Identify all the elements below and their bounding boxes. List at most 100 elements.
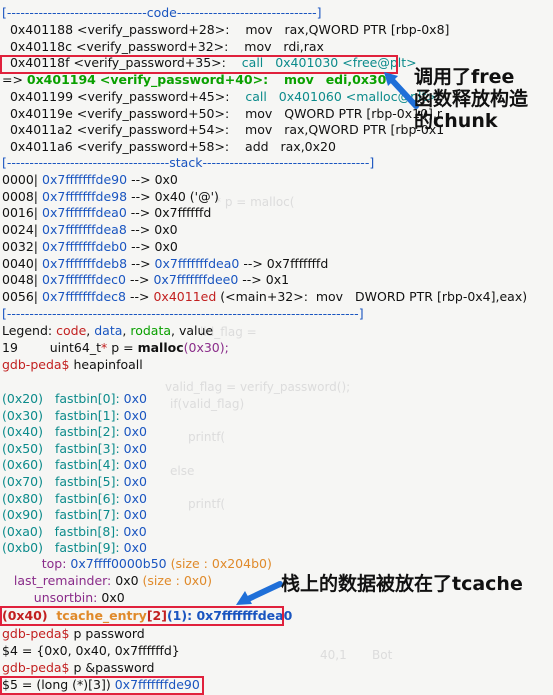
free-call-highlight: [0, 55, 398, 74]
top-label: top:: [41, 556, 67, 571]
code-operands: rax,QWORD PTR [rbp-0x8]: [284, 22, 450, 37]
stack-offset: 0008|: [2, 188, 39, 204]
last-remainder-label: last_remainder:: [13, 573, 112, 588]
code-symbol: <verify_password+40>:: [99, 72, 269, 88]
fastbin-value: 0x0: [123, 457, 147, 473]
fastbin-name: fastbin[8]:: [54, 523, 120, 539]
code-opcode: mov: [245, 122, 273, 138]
stack-address: 0x7fffffffdec0: [42, 272, 127, 288]
bottom-separator: [---------------------------------------…: [2, 306, 364, 321]
fastbin-size: (0x90): [2, 507, 44, 523]
code-prefix: [2, 139, 10, 154]
legend-value: value: [178, 323, 214, 338]
code-address: 0x401199: [9, 88, 74, 104]
ghost-line: if(valid_flag): [170, 397, 245, 411]
code-address: 0x40118c: [9, 38, 72, 54]
fastbin-name: fastbin[7]:: [54, 507, 120, 523]
tcache-note-arrow-icon: [236, 581, 283, 605]
code-line: 0x40119e <verify_password+50>: mov QWORD…: [2, 106, 442, 122]
stack-offset: 0024|: [2, 222, 39, 238]
stack-offset: 0032|: [2, 238, 39, 254]
fastbin-value: 0x0: [123, 391, 147, 406]
stack-value: (<main+32>: mov DWORD PTR [rbp-0x4],eax): [220, 288, 528, 304]
stack-offset: 0040|: [2, 255, 39, 271]
code-section-header: [-------------------------------code----…: [2, 5, 322, 20]
legend: Legend: code, data, rodata, value: [2, 323, 214, 338]
background-source-ghost: * p = malloc( lid_flag = valid_flag = ve…: [150, 160, 550, 662]
code-symbol: <verify_password+50>:: [76, 105, 230, 121]
stack-section-header: [------------------------------------sta…: [2, 155, 375, 170]
code-address: 0x4011a2: [9, 122, 73, 138]
fastbin-name: fastbin[9]:: [54, 540, 120, 556]
stack-address: 0x7fffffffdea0: [42, 205, 127, 221]
stack-arrow: -->: [131, 188, 151, 204]
code-prefix: =>: [2, 72, 27, 88]
stack-offset: 0000|: [2, 172, 39, 187]
fastbin-name: fastbin[2]:: [54, 424, 120, 440]
gdb-prompt: gdb-peda$: [2, 357, 70, 372]
stack-arrow: -->: [130, 205, 151, 221]
code-line: 0x401199 <verify_password+45>: call 0x40…: [2, 89, 437, 105]
stack-value: 0x1: [265, 272, 290, 288]
stack-pointer-value: 0x7fffffffdee0: [153, 272, 239, 288]
fastbin-value: 0x0: [123, 407, 147, 423]
code-line: 0x4011a6 <verify_password+58>: add rax,0…: [2, 139, 336, 155]
fastbin-name: fastbin[0]:: [54, 391, 120, 406]
unsortbin-label: unsortbin:: [33, 590, 98, 605]
stack-value: 0x0: [154, 172, 178, 187]
ghost-line: * p = malloc(: [215, 195, 295, 209]
legend-code: code: [56, 323, 87, 338]
command-line-2[interactable]: gdb-peda$ p password: [2, 626, 145, 642]
fastbin-value: 0x0: [123, 540, 147, 556]
source-line-number: 19: [2, 340, 18, 355]
stack-address: 0x7fffffffdeb8: [42, 255, 128, 271]
gdb-prompt: gdb-peda$: [2, 626, 70, 641]
stack-line: 0008| 0x7fffffffde98 --> 0x40 ('@'): [2, 189, 219, 205]
code-opcode: mov: [244, 38, 272, 54]
stack-line: 0056| 0x7fffffffdec8 --> 0x4011ed (<main…: [2, 289, 527, 305]
unsortbin-value: 0x0: [101, 590, 125, 605]
code-prefix: [2, 39, 10, 54]
stack-arrow: -->: [243, 255, 263, 271]
code-opcode: call: [245, 88, 267, 104]
fastbin-size: (0xa0): [2, 523, 43, 539]
fastbin-line: (0x70) fastbin[5]: 0x0: [2, 474, 147, 490]
command-line-1[interactable]: gdb-peda$ heapinfoall: [2, 357, 143, 373]
source-type: uint64_t: [49, 340, 101, 355]
fastbin-name: fastbin[1]:: [54, 407, 120, 423]
top-value: 0x7ffff0000b50: [70, 556, 167, 571]
fastbin-size: (0x70): [2, 474, 44, 489]
ghost-line: printf(: [188, 430, 226, 444]
fastbin-size: (0x30): [2, 407, 44, 423]
fastbin-line: (0xa0) fastbin[8]: 0x0: [2, 524, 147, 540]
code-line: 0x40118c <verify_password+32>: mov rdi,r…: [2, 39, 324, 55]
result-line-1: $4 = {0x0, 0x40, 0x7ffffffd}: [2, 643, 180, 658]
stack-arrow: -->: [131, 238, 151, 254]
fastbin-value: 0x0: [123, 440, 147, 456]
fastbin-size: (0xb0): [2, 540, 43, 556]
source-function: malloc: [137, 340, 184, 355]
command-text: p password: [73, 626, 145, 641]
code-line: 0x4011a2 <verify_password+54>: mov rax,Q…: [2, 122, 444, 138]
stack-arrow: -->: [131, 255, 151, 271]
password-address-highlight: [0, 676, 204, 695]
legend-rodata: rodata: [130, 323, 172, 338]
source-args: (0x30);: [183, 340, 229, 355]
legend-label: Legend:: [2, 323, 53, 338]
tcache-note-annotation: 栈上的数据被放在了tcache: [281, 573, 523, 595]
stack-arrow: -->: [131, 172, 151, 187]
code-symbol: <verify_password+58>:: [76, 138, 230, 154]
command-text: p &password: [73, 660, 155, 675]
code-address: 0x401188: [9, 22, 74, 37]
code-opcode: add: [245, 138, 269, 154]
stack-arrow: -->: [130, 272, 150, 288]
fastbin-line: (0x40) fastbin[2]: 0x0: [2, 424, 147, 440]
code-prefix: [2, 22, 10, 37]
stack-line: 0024| 0x7fffffffdea8 --> 0x0: [2, 222, 178, 238]
command-line-3[interactable]: gdb-peda$ p &password: [2, 660, 154, 676]
stack-address: 0x7fffffffde90: [42, 172, 128, 187]
stack-address: 0x7fffffffdeb0: [42, 238, 128, 254]
code-prefix: [2, 89, 10, 104]
ghost-line: Bot: [372, 648, 393, 662]
source-assign: p =: [111, 340, 134, 355]
